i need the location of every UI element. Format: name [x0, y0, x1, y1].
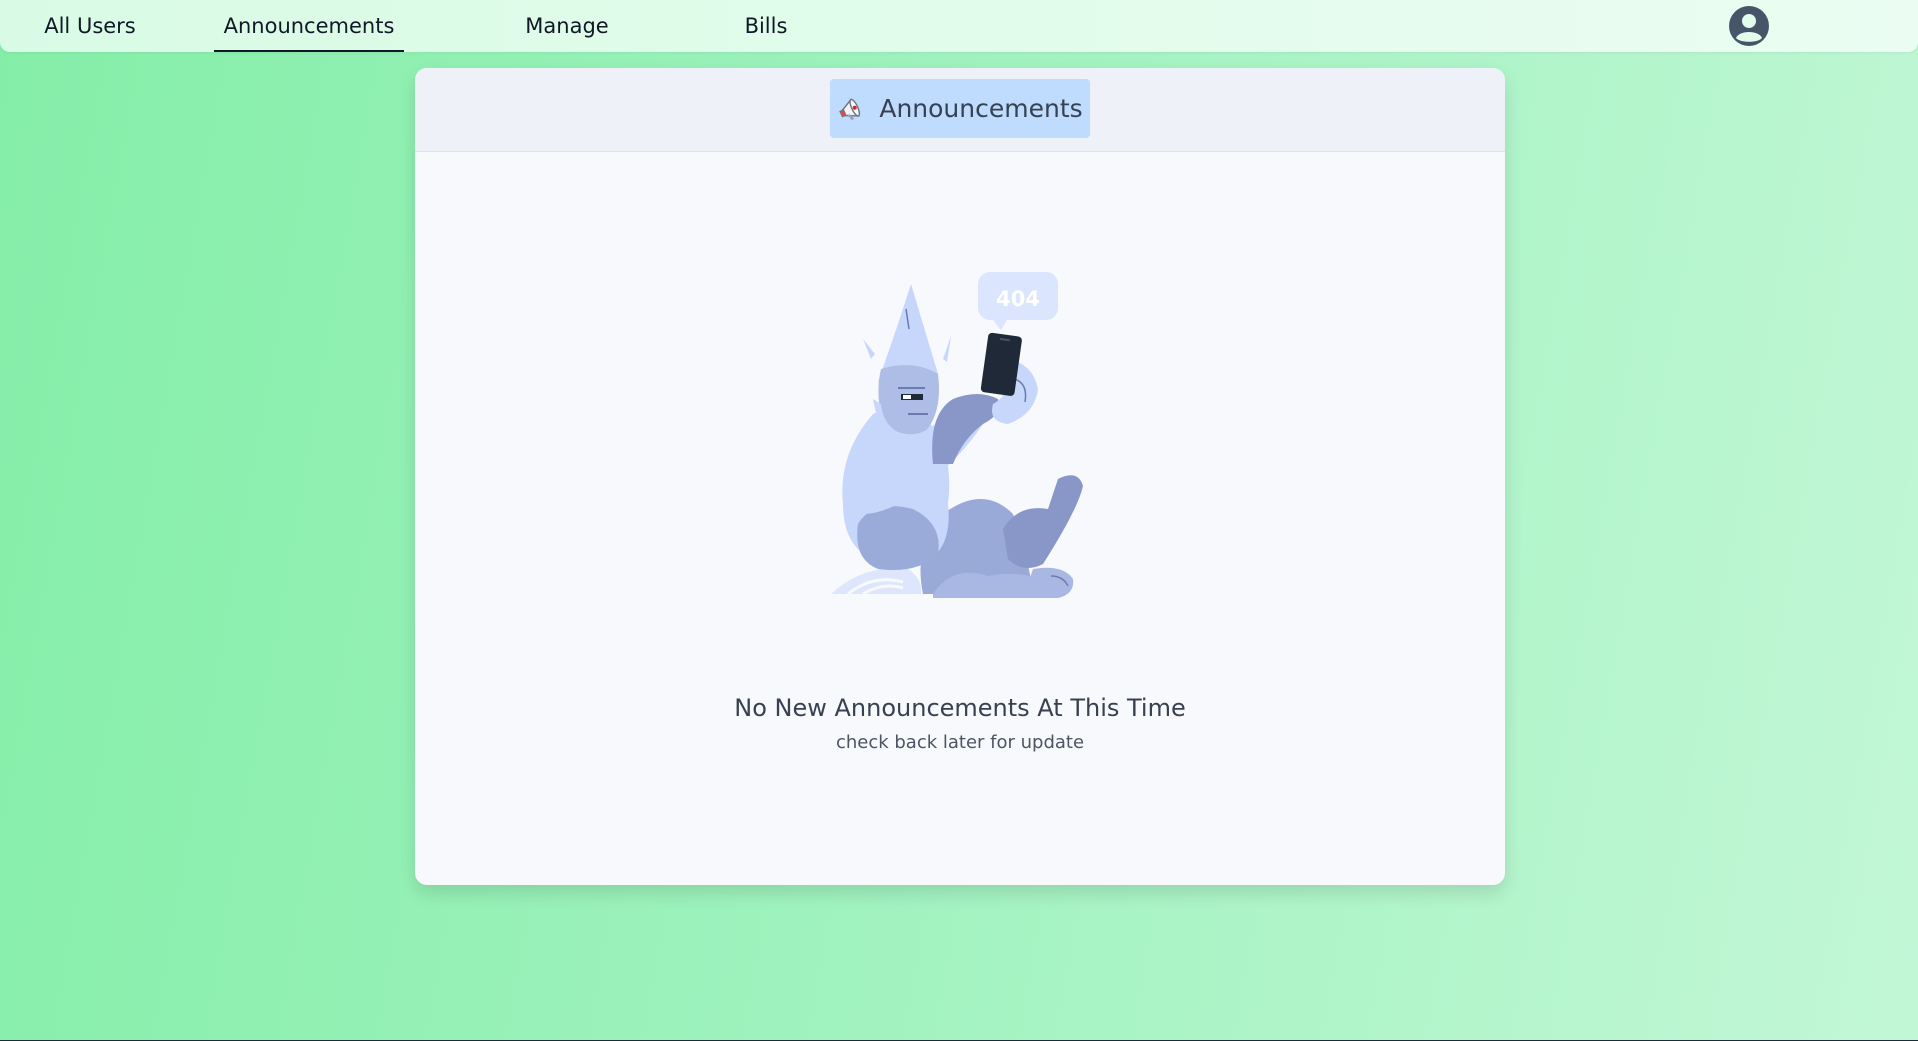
empty-state-illustration: 404 — [831, 272, 1083, 598]
announcements-tab[interactable]: Announcements — [830, 79, 1090, 138]
announcements-card: Announcements 404 No New Announcements A… — [415, 68, 1505, 885]
illustration-badge-text: 404 — [996, 287, 1040, 311]
user-circle-icon[interactable] — [1728, 5, 1770, 47]
empty-state-subtitle: check back later for update — [835, 732, 1085, 753]
nav-item-announcements[interactable]: Announcements — [214, 0, 404, 52]
nav-item-all-users[interactable]: All Users — [42, 0, 138, 52]
empty-state-title: No New Announcements At This Time — [734, 694, 1186, 722]
megaphone-icon — [839, 97, 861, 120]
top-nav-bar: All Users Announcements Manage Package B… — [0, 0, 1918, 90]
card-header: Announcements — [415, 68, 1505, 152]
nav-item-manage-package[interactable]: Manage Package — [480, 0, 654, 90]
nav-item-bills[interactable]: Bills — [740, 0, 792, 52]
announcements-tab-label: Announcements — [879, 94, 1083, 123]
